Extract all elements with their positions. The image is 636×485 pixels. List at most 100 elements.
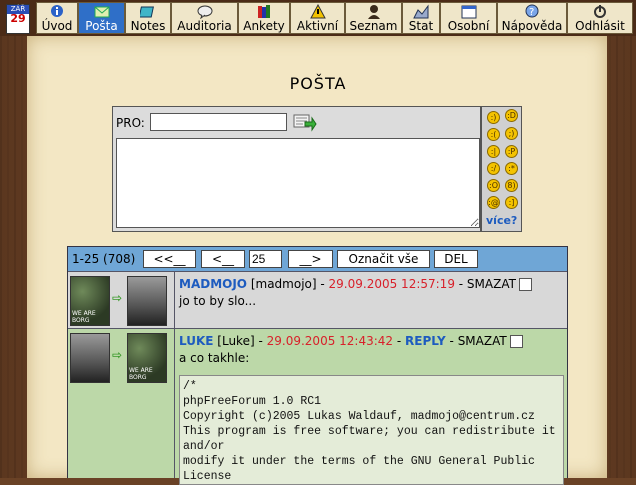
stats-icon bbox=[413, 4, 429, 19]
smiley-icon[interactable]: :O bbox=[487, 179, 500, 192]
recipient-avatar[interactable]: WE ARE BORG bbox=[127, 333, 167, 383]
avatars-cell: WE ARE BORG ⇨ bbox=[68, 272, 175, 328]
message-datetime: 29.09.2005 12:43:42 bbox=[266, 334, 394, 348]
delete-link[interactable]: SMAZAT bbox=[458, 334, 507, 348]
tab-osobni[interactable]: Osobní bbox=[440, 2, 497, 34]
smiley-icon[interactable]: ;) bbox=[505, 127, 518, 140]
message-content: LUKE [Luke] - 29.09.2005 12:43:42 - REPL… bbox=[175, 329, 567, 485]
svg-text:?: ? bbox=[529, 7, 534, 18]
smiley-icon[interactable]: :@ bbox=[487, 196, 500, 209]
books-icon bbox=[258, 5, 270, 18]
smiley-icon[interactable]: :D bbox=[505, 109, 518, 122]
tab-label: Pošta bbox=[85, 19, 118, 33]
code-block: /* phpFreeForum 1.0 RC1 Copyright (c)200… bbox=[179, 375, 564, 485]
speech-bubble-icon bbox=[197, 5, 212, 19]
tab-label: Notes bbox=[130, 19, 166, 33]
message-list: 1-25 (708) <<__ <__ __> Označit vše DEL … bbox=[67, 246, 568, 485]
calendar-icon[interactable]: ZÁŘ 29 bbox=[6, 4, 30, 34]
tab-label: Osobní bbox=[447, 19, 490, 33]
reply-link[interactable]: REPLY bbox=[405, 334, 446, 348]
tab-auditoria[interactable]: Auditoria bbox=[171, 2, 238, 34]
select-checkbox[interactable] bbox=[518, 278, 532, 291]
warning-icon bbox=[309, 4, 326, 19]
tab-label: Auditoria bbox=[177, 19, 232, 33]
notebook-icon bbox=[140, 6, 154, 18]
tab-label: Stat bbox=[408, 19, 434, 33]
message-body: a co takhle: bbox=[179, 351, 250, 365]
tab-odhlasit[interactable]: Odhlásit bbox=[567, 2, 633, 34]
pager-bar: 1-25 (708) <<__ <__ __> Označit vše DEL bbox=[68, 247, 567, 271]
separator: - bbox=[393, 334, 406, 348]
sender-nick[interactable]: LUKE bbox=[179, 334, 213, 348]
message-datetime: 29.09.2005 12:57:19 bbox=[328, 277, 455, 291]
sender-login: [Luke] bbox=[217, 334, 255, 348]
message-body: jo to by slo... bbox=[179, 294, 257, 308]
tab-label: Seznam bbox=[349, 19, 398, 33]
message-row: ⇨ WE ARE BORG LUKE [Luke] - 29.09.2005 1… bbox=[68, 328, 567, 485]
send-button[interactable] bbox=[293, 112, 317, 132]
separator: - bbox=[445, 334, 458, 348]
tab-label: Aktivní bbox=[296, 19, 339, 33]
calendar-day: 29 bbox=[10, 12, 26, 25]
tab-uvod[interactable]: Úvod bbox=[36, 2, 78, 34]
message-header: MADMOJO [madmojo] - 29.09.2005 12:57:19 … bbox=[179, 277, 532, 291]
tab-seznam[interactable]: Seznam bbox=[345, 2, 402, 34]
arrow-right-icon: ⇨ bbox=[112, 291, 123, 305]
separator: - bbox=[254, 334, 267, 348]
separator: - bbox=[316, 277, 329, 291]
page-number-input[interactable] bbox=[249, 250, 282, 268]
help-icon: ? bbox=[525, 4, 539, 18]
message-row: WE ARE BORG ⇨ MADMOJO [madmojo] - 29.09.… bbox=[68, 271, 567, 328]
smiley-icon[interactable]: :] bbox=[505, 196, 518, 209]
avatar-caption: WE ARE BORG bbox=[129, 367, 153, 381]
prev-page-button[interactable]: <__ bbox=[201, 250, 245, 268]
smiley-icon[interactable]: :* bbox=[505, 162, 518, 175]
recipient-avatar[interactable] bbox=[127, 276, 167, 326]
compose-box: PRO: bbox=[112, 106, 481, 232]
sender-avatar[interactable] bbox=[70, 333, 110, 383]
delete-button[interactable]: DEL bbox=[434, 250, 478, 268]
sender-login: [madmojo] bbox=[250, 277, 317, 291]
first-page-button[interactable]: <<__ bbox=[143, 250, 196, 268]
smiley-icon[interactable]: :| bbox=[487, 145, 500, 158]
tab-label: Ankety bbox=[243, 19, 285, 33]
smiley-icon[interactable]: :( bbox=[487, 128, 500, 141]
more-smileys-link[interactable]: více? bbox=[486, 214, 517, 227]
smiley-panel: :) :D :( ;) :| :P :/ :* :O 8) :@ :] více… bbox=[481, 106, 522, 232]
smiley-icon[interactable]: :) bbox=[487, 111, 500, 124]
separator: - bbox=[454, 277, 467, 291]
recipient-input[interactable] bbox=[150, 113, 287, 131]
message-header: LUKE [Luke] - 29.09.2005 12:43:42 - REPL… bbox=[179, 334, 523, 348]
tab-label: Úvod bbox=[41, 19, 73, 33]
tab-posta[interactable]: Pošta bbox=[78, 2, 125, 34]
arrow-right-icon: ⇨ bbox=[112, 348, 123, 362]
page-title: POŠTA bbox=[289, 74, 347, 93]
tab-label: Nápověda bbox=[501, 19, 563, 33]
to-label: PRO: bbox=[116, 116, 145, 130]
avatars-cell: ⇨ WE ARE BORG bbox=[68, 329, 175, 478]
message-content: MADMOJO [madmojo] - 29.09.2005 12:57:19 … bbox=[175, 272, 567, 328]
avatar-caption: WE ARE BORG bbox=[72, 310, 96, 324]
info-icon bbox=[51, 5, 63, 17]
tab-aktivni[interactable]: Aktivní bbox=[290, 2, 345, 34]
tab-label: Odhlásit bbox=[575, 19, 625, 33]
calendar-icon bbox=[461, 5, 476, 19]
sender-avatar[interactable]: WE ARE BORG bbox=[70, 276, 110, 326]
tab-ankety[interactable]: Ankety bbox=[238, 2, 290, 34]
smiley-icon[interactable]: :P bbox=[505, 145, 518, 158]
tab-napoveda[interactable]: ? Nápověda bbox=[497, 2, 567, 34]
tab-stat[interactable]: Stat bbox=[402, 2, 440, 34]
smiley-icon[interactable]: :/ bbox=[487, 162, 500, 175]
tab-notes[interactable]: Notes bbox=[125, 2, 171, 34]
select-checkbox[interactable] bbox=[509, 335, 523, 348]
next-page-button[interactable]: __> bbox=[288, 250, 333, 268]
message-count: 1-25 (708) bbox=[72, 252, 136, 266]
mark-all-button[interactable]: Označit vše bbox=[337, 250, 430, 268]
mail-icon bbox=[94, 6, 109, 18]
top-nav: ZÁŘ 29 Úvod Pošta Notes Auditoria Ankety… bbox=[0, 0, 636, 36]
message-textarea[interactable] bbox=[116, 138, 480, 228]
sender-nick[interactable]: MADMOJO bbox=[179, 277, 247, 291]
delete-link[interactable]: SMAZAT bbox=[467, 277, 516, 291]
smiley-icon[interactable]: 8) bbox=[505, 179, 518, 192]
power-icon bbox=[594, 5, 606, 18]
